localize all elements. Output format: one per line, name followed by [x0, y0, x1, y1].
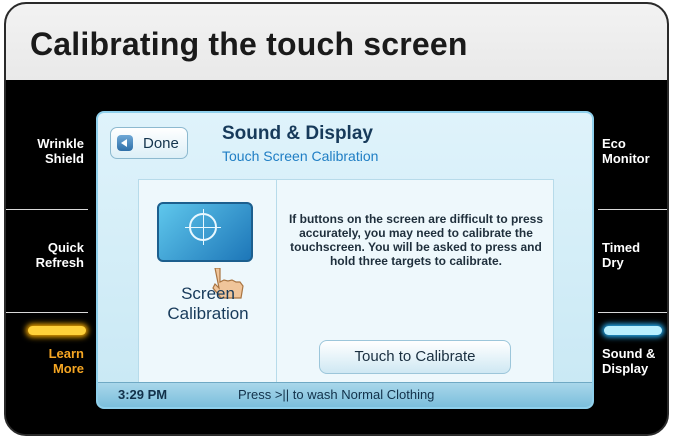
quick-refresh-label-2: Refresh: [35, 255, 84, 270]
timed-dry-button[interactable]: Timed Dry: [602, 240, 664, 270]
slide-header: Calibrating the touch screen: [6, 4, 667, 81]
screen-subtitle: Touch Screen Calibration: [222, 148, 379, 164]
touch-screen-display: Done Sound & Display Touch Screen Calibr…: [96, 111, 594, 409]
screen-calibration-label-1: Screen: [181, 284, 235, 303]
right-divider-2: [598, 312, 667, 313]
crosshair-icon: [185, 209, 221, 245]
screen-title: Sound & Display: [222, 123, 373, 144]
sound-display-label-1: Sound &: [602, 346, 656, 361]
calibration-target-icon: [157, 202, 253, 262]
sound-display-button[interactable]: Sound & Display: [602, 346, 664, 376]
eco-monitor-button[interactable]: Eco Monitor: [602, 136, 664, 166]
learn-more-label-2: More: [52, 361, 84, 376]
learn-more-label-1: Learn: [48, 346, 84, 361]
status-time: 3:29 PM: [118, 387, 168, 402]
calibration-description: If buttons on the screen are difficult t…: [288, 212, 544, 268]
right-divider-1: [598, 209, 667, 210]
quick-refresh-button[interactable]: Quick Refresh: [32, 240, 84, 270]
status-bar: 3:29 PM Press >|| to wash Normal Clothin…: [98, 382, 592, 407]
done-label: Done: [143, 135, 179, 152]
slide-frame: Calibrating the touch screen Wrinkle Shi…: [4, 2, 669, 436]
eco-monitor-label-1: Eco: [602, 136, 626, 151]
page-title: Calibrating the touch screen: [30, 26, 468, 62]
left-divider-1: [6, 209, 88, 210]
screen-calibration-label: Screen Calibration: [139, 284, 277, 324]
calibration-content: Screen Calibration If buttons on the scr…: [138, 179, 554, 385]
timed-dry-label-2: Dry: [602, 255, 624, 270]
wrinkle-shield-label-1: Wrinkle: [37, 136, 84, 151]
eco-monitor-label-2: Monitor: [602, 151, 650, 166]
quick-refresh-label-1: Quick: [47, 240, 84, 255]
screen-calibration-label-2: Calibration: [167, 304, 249, 323]
sound-display-label-2: Display: [602, 361, 649, 376]
learn-more-button[interactable]: Learn More: [32, 346, 84, 376]
screen-calibration-option[interactable]: Screen Calibration: [139, 180, 277, 384]
back-arrow-icon: [117, 135, 133, 151]
left-divider-2: [6, 312, 88, 313]
wrinkle-shield-label-2: Shield: [44, 151, 84, 166]
touch-to-calibrate-button[interactable]: Touch to Calibrate: [319, 340, 511, 374]
status-message: Press >|| to wash Normal Clothing: [238, 387, 435, 402]
sound-display-indicator: [604, 326, 662, 335]
timed-dry-label-1: Timed: [602, 240, 641, 255]
learn-more-indicator: [28, 326, 86, 335]
wrinkle-shield-button[interactable]: Wrinkle Shield: [32, 136, 84, 166]
done-button[interactable]: Done: [110, 127, 188, 159]
